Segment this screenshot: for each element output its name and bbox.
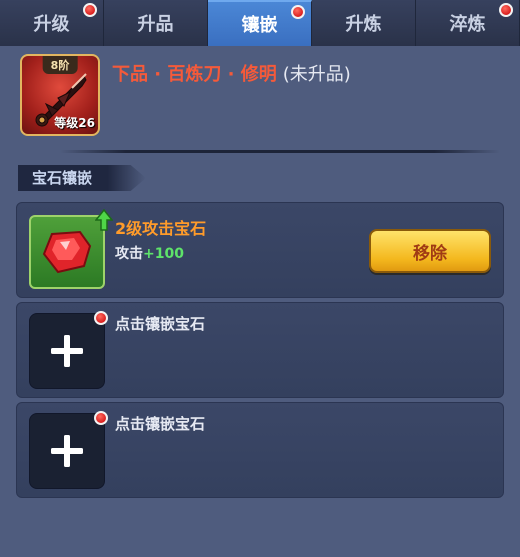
gem-stat: 攻击+100 — [115, 243, 184, 263]
gem-slot-filled: 2级攻击宝石 攻击+100 移除 — [16, 202, 504, 298]
notification-dot — [291, 5, 305, 19]
tier-badge: 8阶 — [42, 56, 78, 74]
add-gem-button[interactable] — [29, 313, 105, 389]
tab-promote[interactable]: 升品 — [104, 0, 208, 46]
tab-label: 升级 — [33, 14, 70, 35]
inlay-prompt: 点击镶嵌宝石 — [115, 315, 206, 333]
tab-bar: 升级 升品 镶嵌 升炼 淬炼 — [0, 0, 520, 46]
item-icon[interactable]: 8阶 等级26 — [20, 54, 100, 136]
tab-temper[interactable]: 淬炼 — [416, 0, 520, 46]
item-status: (未升品) — [282, 64, 351, 85]
tab-refine[interactable]: 升炼 — [312, 0, 416, 46]
notification-dot — [94, 311, 108, 325]
add-gem-button[interactable] — [29, 413, 105, 489]
remove-button[interactable]: 移除 — [369, 229, 491, 273]
tab-label: 淬炼 — [449, 14, 486, 35]
tab-inlay[interactable]: 镶嵌 — [208, 0, 312, 46]
plus-icon — [51, 335, 83, 367]
green-up-arrow-icon — [95, 209, 113, 231]
notification-dot — [83, 3, 97, 17]
notification-dot — [94, 411, 108, 425]
item-name: 下品 · 百炼刀 · 修明 — [112, 64, 277, 85]
inlay-prompt: 点击镶嵌宝石 — [115, 415, 206, 433]
level-label: 等级26 — [54, 116, 95, 130]
tab-label: 升炼 — [345, 14, 382, 35]
item-title: 下品 · 百炼刀 · 修明 (未升品) — [112, 60, 351, 86]
notification-dot — [499, 3, 513, 17]
gem-name: 2级攻击宝石 — [115, 219, 207, 238]
divider — [60, 150, 500, 153]
gem-slot-empty: 点击镶嵌宝石 — [16, 302, 504, 398]
tab-upgrade[interactable]: 升级 — [0, 0, 104, 46]
gem-slot-icon[interactable] — [29, 215, 105, 289]
stat-value: +100 — [143, 246, 184, 262]
tab-label: 镶嵌 — [241, 15, 278, 36]
stat-label: 攻击 — [115, 246, 143, 262]
tab-label: 升品 — [137, 14, 174, 35]
plus-icon — [51, 435, 83, 467]
section-label: 宝石镶嵌 — [18, 165, 146, 191]
red-gem-icon — [42, 230, 92, 274]
gem-slot-empty: 点击镶嵌宝石 — [16, 402, 504, 498]
